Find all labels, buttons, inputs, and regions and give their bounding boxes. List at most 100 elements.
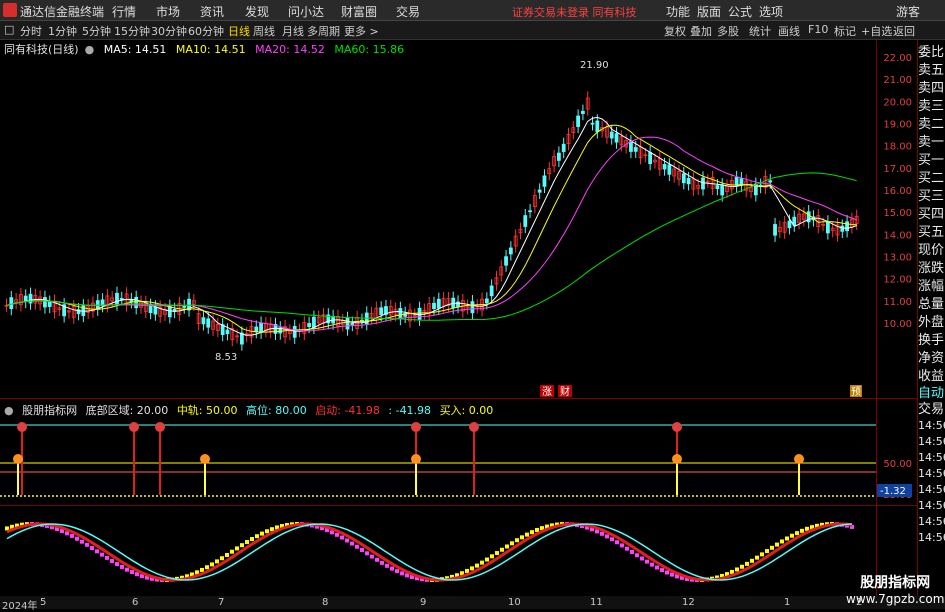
current-value-box	[876, 484, 912, 497]
candle-body	[787, 220, 792, 229]
period-5min[interactable]: 5分钟	[82, 23, 111, 39]
oscillator-point	[235, 546, 239, 551]
period-15min[interactable]: 15分钟	[114, 23, 150, 39]
menu-guest[interactable]: 游客	[896, 3, 920, 20]
price-tick-label: 15.00	[883, 208, 912, 219]
date-tick-label: 10	[508, 597, 521, 608]
oscillator-point	[735, 567, 739, 572]
candle-body	[384, 306, 388, 315]
candle-body	[609, 131, 614, 139]
period-60min[interactable]: 60分钟	[188, 23, 224, 39]
candle-body	[369, 312, 374, 319]
menu-xuanxiang[interactable]: 选项	[759, 3, 783, 20]
ma10-line	[6, 124, 857, 333]
oscillator-point	[15, 523, 19, 528]
oscillator-point	[400, 571, 404, 576]
menu-zixun[interactable]: 资讯	[200, 3, 224, 20]
btn-tongji[interactable]: 统计	[749, 23, 771, 39]
btn-add-favorite[interactable]: +自选	[861, 23, 892, 39]
menu-wenxiaoda[interactable]: 问小达	[288, 3, 324, 20]
kline-chart[interactable]: 21.908.53涨财预 22.0021.0020.0019.0018.0017…	[0, 0, 945, 609]
candle-body	[581, 110, 585, 114]
oscillator-point	[260, 531, 264, 536]
menu-faxian[interactable]: 发现	[245, 3, 269, 20]
oscillator-point	[305, 522, 309, 527]
oscillator-point	[160, 577, 164, 582]
menu-gongneng[interactable]: 功能	[666, 3, 690, 20]
candle-body	[91, 302, 95, 312]
menu-jiaoyi[interactable]: 交易	[396, 3, 420, 20]
candle-body	[677, 171, 681, 180]
oscillator-point	[460, 571, 464, 576]
btn-duogu[interactable]: 多股	[717, 23, 739, 39]
period-monthly[interactable]: 月线	[282, 23, 304, 39]
candle-body	[403, 312, 408, 317]
period-more[interactable]: 更多 >	[344, 23, 379, 39]
btn-fuquan[interactable]: 复权	[664, 23, 686, 39]
candle-body	[167, 305, 172, 318]
menu-shichang[interactable]: 市场	[156, 3, 180, 20]
candle-body	[725, 185, 729, 192]
oscillator-point	[75, 536, 79, 541]
btn-biaoji[interactable]: 标记	[834, 23, 856, 39]
btn-back[interactable]: 返回	[893, 23, 915, 39]
period-daily[interactable]: 日线	[228, 23, 250, 39]
date-tick-label: 7	[218, 597, 225, 608]
candle-body	[605, 126, 609, 138]
oscillator-point	[380, 560, 384, 565]
ma60-value: MA60: 15.86	[334, 43, 405, 56]
candle-body	[484, 298, 489, 304]
candle-body	[441, 298, 446, 307]
candle-body	[600, 127, 605, 132]
oscillator-point	[755, 555, 759, 560]
btn-diejia[interactable]: 叠加	[690, 23, 712, 39]
candle-body	[211, 320, 215, 330]
indicator-value: : -41.98	[388, 404, 432, 417]
period-30min[interactable]: 30分钟	[151, 23, 187, 39]
quote-field-label: 外盘	[918, 315, 945, 330]
period-fenshi[interactable]: 分时	[20, 23, 42, 39]
panel-sub-item: 14:56	[918, 419, 945, 432]
menu-hangqing[interactable]: 行情	[112, 3, 136, 20]
panel-divider	[0, 505, 918, 506]
panel-sub-item: 14:56	[918, 499, 945, 512]
oscillator-point	[585, 525, 589, 530]
menu-caifuquan[interactable]: 财富圈	[341, 3, 377, 20]
watermark: 股朋指标网 www.7gpzb.com	[846, 572, 944, 606]
candle-body	[62, 304, 67, 317]
candle-body	[446, 298, 451, 307]
cai-badge	[558, 385, 572, 397]
indicator-settings-icon[interactable]: ●	[4, 404, 14, 417]
price-axis: 22.00 21.00 20.00 19.00 18.00 17.00 16.00 15.00…	[876, 53, 912, 501]
oscillator-point	[205, 565, 209, 570]
period-1min[interactable]: 1分钟	[48, 23, 77, 39]
candle-body	[753, 183, 758, 196]
panel-sub-item[interactable]: 自动	[918, 386, 945, 402]
panel-sub-item[interactable]: 交易	[918, 402, 945, 418]
oscillator-point	[200, 567, 204, 572]
candle-body	[143, 301, 148, 312]
candle-body	[749, 186, 753, 192]
start-signal-marker	[469, 422, 479, 432]
start-signal-marker	[17, 422, 27, 432]
oscillator-point	[520, 535, 524, 540]
menu-banmian[interactable]: 版面	[697, 3, 721, 20]
ma20-value: MA20: 14.52	[255, 43, 325, 56]
candle-body	[614, 133, 619, 143]
buy-signal-marker	[794, 454, 804, 464]
indicator-bottom: 底部区域: 20.00	[85, 404, 169, 417]
zhang-label: 涨	[542, 386, 552, 398]
toolbar-toggle-icon[interactable]: □	[4, 23, 14, 36]
btn-huaxian[interactable]: 画线	[778, 23, 800, 39]
oscillator-point	[100, 552, 104, 557]
period-weekly[interactable]: 周线	[253, 23, 275, 39]
settings-icon[interactable]: ●	[85, 43, 95, 56]
btn-f10[interactable]: F10	[808, 23, 828, 36]
oscillator-point	[825, 522, 829, 527]
menu-gongshi[interactable]: 公式	[728, 3, 752, 20]
candle-body	[739, 178, 744, 186]
period-multi[interactable]: 多周期	[307, 23, 340, 39]
candle-body	[806, 211, 811, 223]
oscillator-point	[335, 532, 339, 537]
candle-body	[508, 247, 513, 255]
